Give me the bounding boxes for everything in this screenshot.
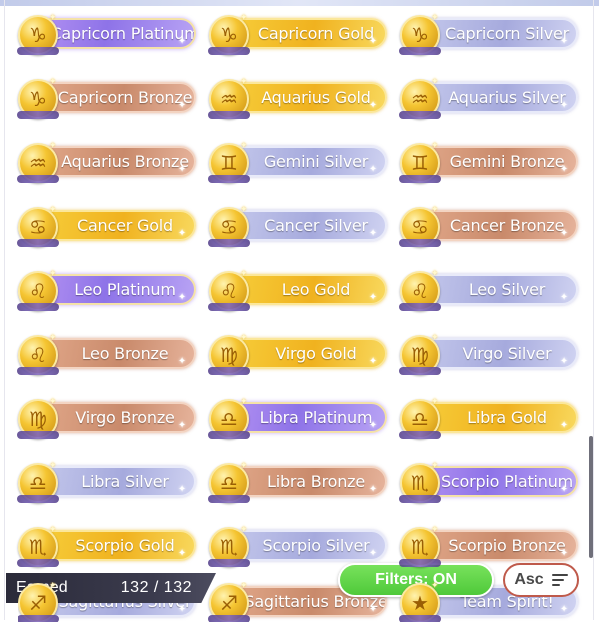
sparkle-icon: ✦ — [431, 582, 439, 591]
sparkle-icon: ✦ — [431, 205, 439, 215]
sparkle-icon: ✦ — [240, 461, 248, 471]
sparkle-icon: ✦ — [49, 269, 57, 279]
sort-order-button[interactable]: Asc — [503, 563, 579, 597]
badge-item[interactable]: Cancer Bronze♋✦ — [399, 205, 580, 247]
badge-item[interactable]: Capricorn Bronze♑✦ — [17, 77, 198, 119]
badge-item[interactable]: Virgo Bronze♍✦ — [17, 397, 198, 439]
badge-item[interactable]: Aquarius Gold♒✦ — [208, 77, 389, 119]
badge-item[interactable]: Libra Silver♎✦ — [17, 461, 198, 503]
sparkle-icon: ✦ — [49, 461, 57, 471]
badge-item[interactable]: Capricorn Gold♑✦ — [208, 13, 389, 55]
sparkle-icon: ✦ — [49, 582, 57, 591]
badge-item[interactable]: Libra Gold♎✦ — [399, 397, 580, 439]
badge-item[interactable]: Leo Bronze♌✦ — [17, 333, 198, 375]
badge-item[interactable]: Scorpio Gold♏✦ — [17, 525, 198, 567]
sparkle-icon: ✦ — [431, 141, 439, 151]
sparkle-icon: ✦ — [431, 269, 439, 279]
sparkle-icon: ✦ — [240, 397, 248, 407]
sparkle-icon: ✦ — [431, 77, 439, 87]
sparkle-icon: ✦ — [240, 13, 248, 23]
badge-item[interactable]: Leo Gold♌✦ — [208, 269, 389, 311]
sparkle-icon: ✦ — [49, 141, 57, 151]
sparkle-icon: ✦ — [49, 205, 57, 215]
sparkle-icon: ✦ — [49, 13, 57, 23]
sort-lines-icon — [551, 574, 568, 586]
sparkle-icon: ✦ — [240, 333, 248, 343]
badge-item[interactable]: Leo Silver♌✦ — [399, 269, 580, 311]
sort-label: Asc — [514, 571, 544, 588]
badge-item[interactable]: Scorpio Silver♏✦ — [208, 525, 389, 567]
badge-item[interactable]: Virgo Gold♍✦ — [208, 333, 389, 375]
badge-item[interactable]: Leo Platinum♌✦ — [17, 269, 198, 311]
badge-item[interactable]: Scorpio Platinum♏✦ — [399, 461, 580, 503]
badge-item[interactable]: Aquarius Bronze♒✦ — [17, 141, 198, 183]
sparkle-icon: ✦ — [431, 333, 439, 343]
badge-item[interactable]: Gemini Bronze♊✦ — [399, 141, 580, 183]
sparkle-icon: ✦ — [240, 141, 248, 151]
badge-item[interactable]: Capricorn Platinum♑✦ — [17, 13, 198, 55]
badge-item[interactable]: Gemini Silver♊✦ — [208, 141, 389, 183]
sparkle-icon: ✦ — [240, 77, 248, 87]
badge-item[interactable]: Cancer Silver♋✦ — [208, 205, 389, 247]
sparkle-icon: ✦ — [49, 397, 57, 407]
sparkle-icon: ✦ — [49, 333, 57, 343]
badge-item[interactable]: Capricorn Silver♑✦ — [399, 13, 580, 55]
sparkle-icon: ✦ — [431, 461, 439, 471]
sparkle-icon: ✦ — [431, 13, 439, 23]
badge-item[interactable]: Scorpio Bronze♏✦ — [399, 525, 580, 567]
scrollbar[interactable] — [589, 436, 593, 558]
sparkle-icon: ✦ — [240, 269, 248, 279]
earned-value: 132 / 132 — [120, 579, 192, 596]
sparkle-icon: ✦ — [240, 525, 248, 535]
sparkle-icon: ✦ — [49, 77, 57, 87]
sparkle-icon: ✦ — [240, 582, 248, 591]
sparkle-icon: ✦ — [431, 525, 439, 535]
badge-item[interactable]: Libra Platinum♎✦ — [208, 397, 389, 439]
sparkle-icon: ✦ — [49, 525, 57, 535]
badge-item[interactable]: Aquarius Silver♒✦ — [399, 77, 580, 119]
sparkle-icon: ✦ — [240, 205, 248, 215]
badge-item[interactable]: Virgo Silver♍✦ — [399, 333, 580, 375]
sparkle-icon: ✦ — [431, 397, 439, 407]
badge-item[interactable]: Cancer Gold♋✦ — [17, 205, 198, 247]
badge-grid: Capricorn Platinum♑✦Capricorn Gold♑✦Capr… — [17, 13, 584, 567]
badge-item[interactable]: Libra Bronze♎✦ — [208, 461, 389, 503]
